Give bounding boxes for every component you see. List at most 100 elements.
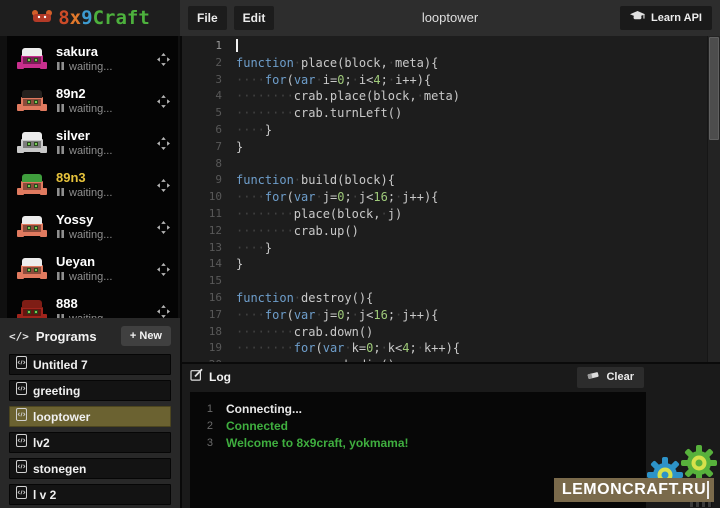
code-line[interactable]: 6····} (182, 122, 720, 139)
code-text: ····for(var·j=0;·j<16;·j++){ (236, 189, 438, 206)
code-line[interactable]: 16function·destroy(){ (182, 290, 720, 307)
player-row[interactable]: 888waiting... (7, 290, 178, 318)
code-line[interactable]: 11········place(block,·j) (182, 206, 720, 223)
code-line[interactable]: 1 (182, 38, 720, 55)
code-text: ····} (236, 240, 272, 257)
learn-api-label: Learn API (651, 12, 702, 24)
program-file-icon (16, 434, 27, 452)
clear-log-button[interactable]: Clear (577, 367, 644, 388)
move-icon[interactable] (157, 95, 170, 108)
program-label: l v 2 (33, 488, 56, 502)
code-line[interactable]: 7} (182, 139, 720, 156)
code-text: ········for(var·k=0;·k<4;·k++){ (236, 340, 460, 357)
clear-label: Clear (606, 371, 634, 383)
watermark-text: LEMONCRAFT.RU (562, 481, 706, 499)
code-line[interactable]: 12········crab.up() (182, 223, 720, 240)
edit-menu-button[interactable]: Edit (234, 6, 275, 30)
learn-api-button[interactable]: Learn API (620, 6, 712, 30)
file-menu-button[interactable]: File (188, 6, 227, 30)
player-status: waiting... (56, 61, 112, 74)
line-number: 8 (182, 156, 236, 173)
program-item[interactable]: greeting (9, 380, 171, 401)
player-name: 89n3 (56, 171, 112, 185)
crab-avatar (17, 174, 47, 196)
code-text: function·destroy(){ (236, 290, 373, 307)
editor-scrollbar[interactable] (707, 36, 720, 362)
code-line[interactable]: 15 (182, 273, 720, 290)
move-icon[interactable] (157, 263, 170, 276)
code-line[interactable]: 9function·build(block){ (182, 172, 720, 189)
code-line[interactable]: 2function·place(block,·meta){ (182, 55, 720, 72)
code-line[interactable]: 18········crab.down() (182, 324, 720, 341)
code-line[interactable]: 8 (182, 156, 720, 173)
program-file-icon (16, 486, 27, 504)
code-text: ········crab.place(block,·meta) (236, 88, 460, 105)
move-icon[interactable] (157, 53, 170, 66)
log-line-text: Connecting... (226, 402, 302, 416)
code-line[interactable]: 19········for(var·k=0;·k<4;·k++){ (182, 340, 720, 357)
code-text: function·place(block,·meta){ (236, 55, 438, 72)
program-item[interactable]: stonegen (9, 458, 171, 479)
program-item[interactable]: lv2 (9, 432, 171, 453)
code-text: ····} (236, 122, 272, 139)
line-number: 19 (182, 340, 236, 357)
app-logo[interactable]: 8x9Craft (30, 7, 150, 29)
code-line[interactable]: 5········crab.turnLeft() (182, 105, 720, 122)
player-info: silverwaiting... (56, 129, 112, 158)
player-info: 89n3 waiting... (56, 171, 112, 200)
player-row[interactable]: 89n2waiting... (7, 80, 178, 122)
code-text: function·build(block){ (236, 172, 395, 189)
move-icon[interactable] (157, 221, 170, 234)
menu-bar: File Edit looptower Learn API (180, 0, 720, 36)
status-text: waiting... (69, 229, 112, 241)
code-icon: </> (9, 330, 29, 343)
8x9craft-app: 8x9Craft File Edit looptower Learn API s… (0, 0, 720, 508)
crab-avatar (17, 216, 47, 238)
player-row[interactable]: Ueyan waiting... (7, 248, 178, 290)
logo-part: Craft (93, 7, 150, 29)
player-row[interactable]: sakurawaiting... (7, 38, 178, 80)
edit-icon (190, 368, 203, 386)
new-program-button[interactable]: + New (121, 326, 171, 346)
player-row[interactable]: silverwaiting... (7, 122, 178, 164)
crab-avatar (17, 90, 47, 112)
code-editor[interactable]: 12function·place(block,·meta){3····for(v… (180, 36, 720, 362)
status-text: waiting... (69, 271, 112, 283)
player-name: Ueyan (56, 255, 112, 269)
move-icon[interactable] (157, 305, 170, 318)
code-line[interactable]: 14} (182, 256, 720, 273)
player-row[interactable]: 89n3 waiting... (7, 164, 178, 206)
program-item-selected[interactable]: looptower (9, 406, 171, 427)
crab-avatar (17, 132, 47, 154)
player-info: Ueyan waiting... (56, 255, 112, 284)
editor-scrollbar-thumb[interactable] (709, 37, 719, 140)
crab-avatar (17, 48, 47, 70)
line-number: 10 (182, 189, 236, 206)
player-row[interactable]: Yossywaiting... (7, 206, 178, 248)
program-label: looptower (33, 410, 90, 424)
code-text: ········crab.down() (236, 324, 373, 341)
player-name: silver (56, 129, 112, 143)
log-line: 2Connected (190, 417, 646, 434)
programs-panel: </> Programs + New Untitled 7greetingloo… (0, 318, 180, 508)
log-line: 3Welcome to 8x9craft, yokmama! (190, 434, 646, 451)
code-line[interactable]: 17····for(var·j=0;·j<16;·j++){ (182, 307, 720, 324)
code-line[interactable]: 4········crab.place(block,·meta) (182, 88, 720, 105)
code-line[interactable]: 13····} (182, 240, 720, 257)
code-line[interactable]: 3····for(var·i=0;·i<4;·i++){ (182, 72, 720, 89)
code-line[interactable]: 10····for(var·j=0;·j<16;·j++){ (182, 189, 720, 206)
line-number: 2 (182, 55, 236, 72)
status-text: waiting... (69, 187, 112, 199)
crab-avatar (17, 258, 47, 280)
logo-text: 8x9Craft (58, 7, 150, 29)
watermark-dashes (690, 502, 712, 507)
move-icon[interactable] (157, 137, 170, 150)
watermark-banner: LEMONCRAFT.RU (554, 478, 714, 502)
log-line-number: 3 (190, 437, 226, 449)
program-item[interactable]: Untitled 7 (9, 354, 171, 375)
move-icon[interactable] (157, 179, 170, 192)
program-item[interactable]: l v 2 (9, 484, 171, 505)
program-label: Untitled 7 (33, 358, 88, 372)
logo-bar: 8x9Craft (0, 0, 180, 36)
log-line-text: Connected (226, 419, 288, 433)
